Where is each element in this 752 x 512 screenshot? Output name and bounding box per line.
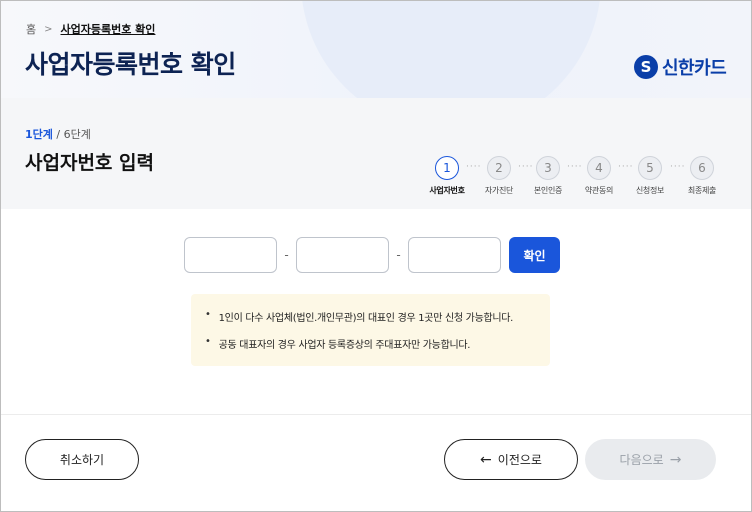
previous-button[interactable]: ← 이전으로: [444, 439, 578, 480]
step-circle: 6: [690, 156, 714, 180]
step-circle: 4: [587, 156, 611, 180]
next-button[interactable]: 다음으로 →: [585, 439, 716, 480]
step-label: 본인인증: [533, 186, 563, 195]
step-circle: 2: [487, 156, 511, 180]
breadcrumb-home[interactable]: 홈: [26, 21, 36, 37]
step-6: 6 최종제출: [676, 156, 728, 196]
previous-label: 이전으로: [497, 453, 542, 467]
step-label: 신청정보: [635, 186, 665, 195]
footer-actions: 취소하기 ← 이전으로 다음으로 →: [1, 414, 751, 511]
next-label: 다음으로: [619, 453, 664, 467]
arrow-right-icon: →: [669, 451, 682, 468]
step-label: 사업자번호: [429, 186, 465, 195]
shinhan-logo-icon: S: [634, 55, 658, 79]
step-label: 약관동의: [584, 186, 614, 195]
brand-logo: S 신한카드: [634, 54, 727, 80]
step-total: / 6단계: [52, 128, 91, 141]
notice-text: 공동 대표자의 경우 사업자 등록증상의 주대표자만 가능합니다.: [218, 340, 471, 351]
step-5: 5 신청정보: [624, 156, 676, 196]
breadcrumb: 홈 > 사업자등록번호 확인: [26, 21, 155, 37]
step-heading: 사업자번호 입력: [25, 152, 154, 174]
step-label: 최종제출: [687, 186, 717, 195]
progress-stepper: 1 사업자번호 ···· 2 자가진단 ···· 3 본인인증 ···· 4 약…: [421, 156, 721, 200]
chevron-right-icon: >: [44, 23, 53, 35]
bullet-icon: •: [205, 309, 211, 320]
business-number-part3-input[interactable]: [408, 237, 501, 273]
dash-separator: -: [284, 248, 289, 262]
breadcrumb-current[interactable]: 사업자등록번호 확인: [61, 21, 156, 37]
notice-item: • 1인이 다수 사업체(법인.개인무관)의 대표인 경우 1곳만 신청 가능합…: [205, 309, 536, 324]
header-decoration: [301, 1, 601, 98]
cancel-label: 취소하기: [59, 453, 105, 467]
page-title: 사업자등록번호 확인: [25, 50, 236, 79]
cancel-button[interactable]: 취소하기: [25, 439, 139, 480]
brand-name: 신한카드: [662, 58, 727, 79]
dash-separator: -: [396, 248, 401, 262]
bullet-icon: •: [205, 336, 211, 347]
step-count: 1단계 / 6단계: [25, 126, 91, 142]
notice-item: • 공동 대표자의 경우 사업자 등록증상의 주대표자만 가능합니다.: [205, 336, 536, 351]
step-section: 1단계 / 6단계 사업자번호 입력 1 사업자번호 ···· 2 자가진단 ·…: [1, 98, 751, 209]
business-number-inputs: - - 확인: [184, 237, 560, 273]
business-number-part1-input[interactable]: [184, 237, 277, 273]
step-circle: 3: [536, 156, 560, 180]
step-label: 자가진단: [484, 186, 514, 195]
business-number-form: - - 확인 • 1인이 다수 사업체(법인.개인무관)의 대표인 경우 1곳만…: [1, 209, 751, 414]
step-circle: 5: [638, 156, 662, 180]
step-circle: 1: [435, 156, 459, 180]
arrow-left-icon: ←: [480, 451, 492, 468]
business-number-part2-input[interactable]: [296, 237, 389, 273]
notice-box: • 1인이 다수 사업체(법인.개인무관)의 대표인 경우 1곳만 신청 가능합…: [191, 294, 550, 366]
page-header: 홈 > 사업자등록번호 확인 사업자등록번호 확인 S 신한카드: [1, 1, 751, 98]
confirm-button[interactable]: 확인: [509, 237, 560, 273]
step-current: 1단계: [25, 128, 53, 141]
notice-text: 1인이 다수 사업체(법인.개인무관)의 대표인 경우 1곳만 신청 가능합니다…: [218, 313, 514, 324]
